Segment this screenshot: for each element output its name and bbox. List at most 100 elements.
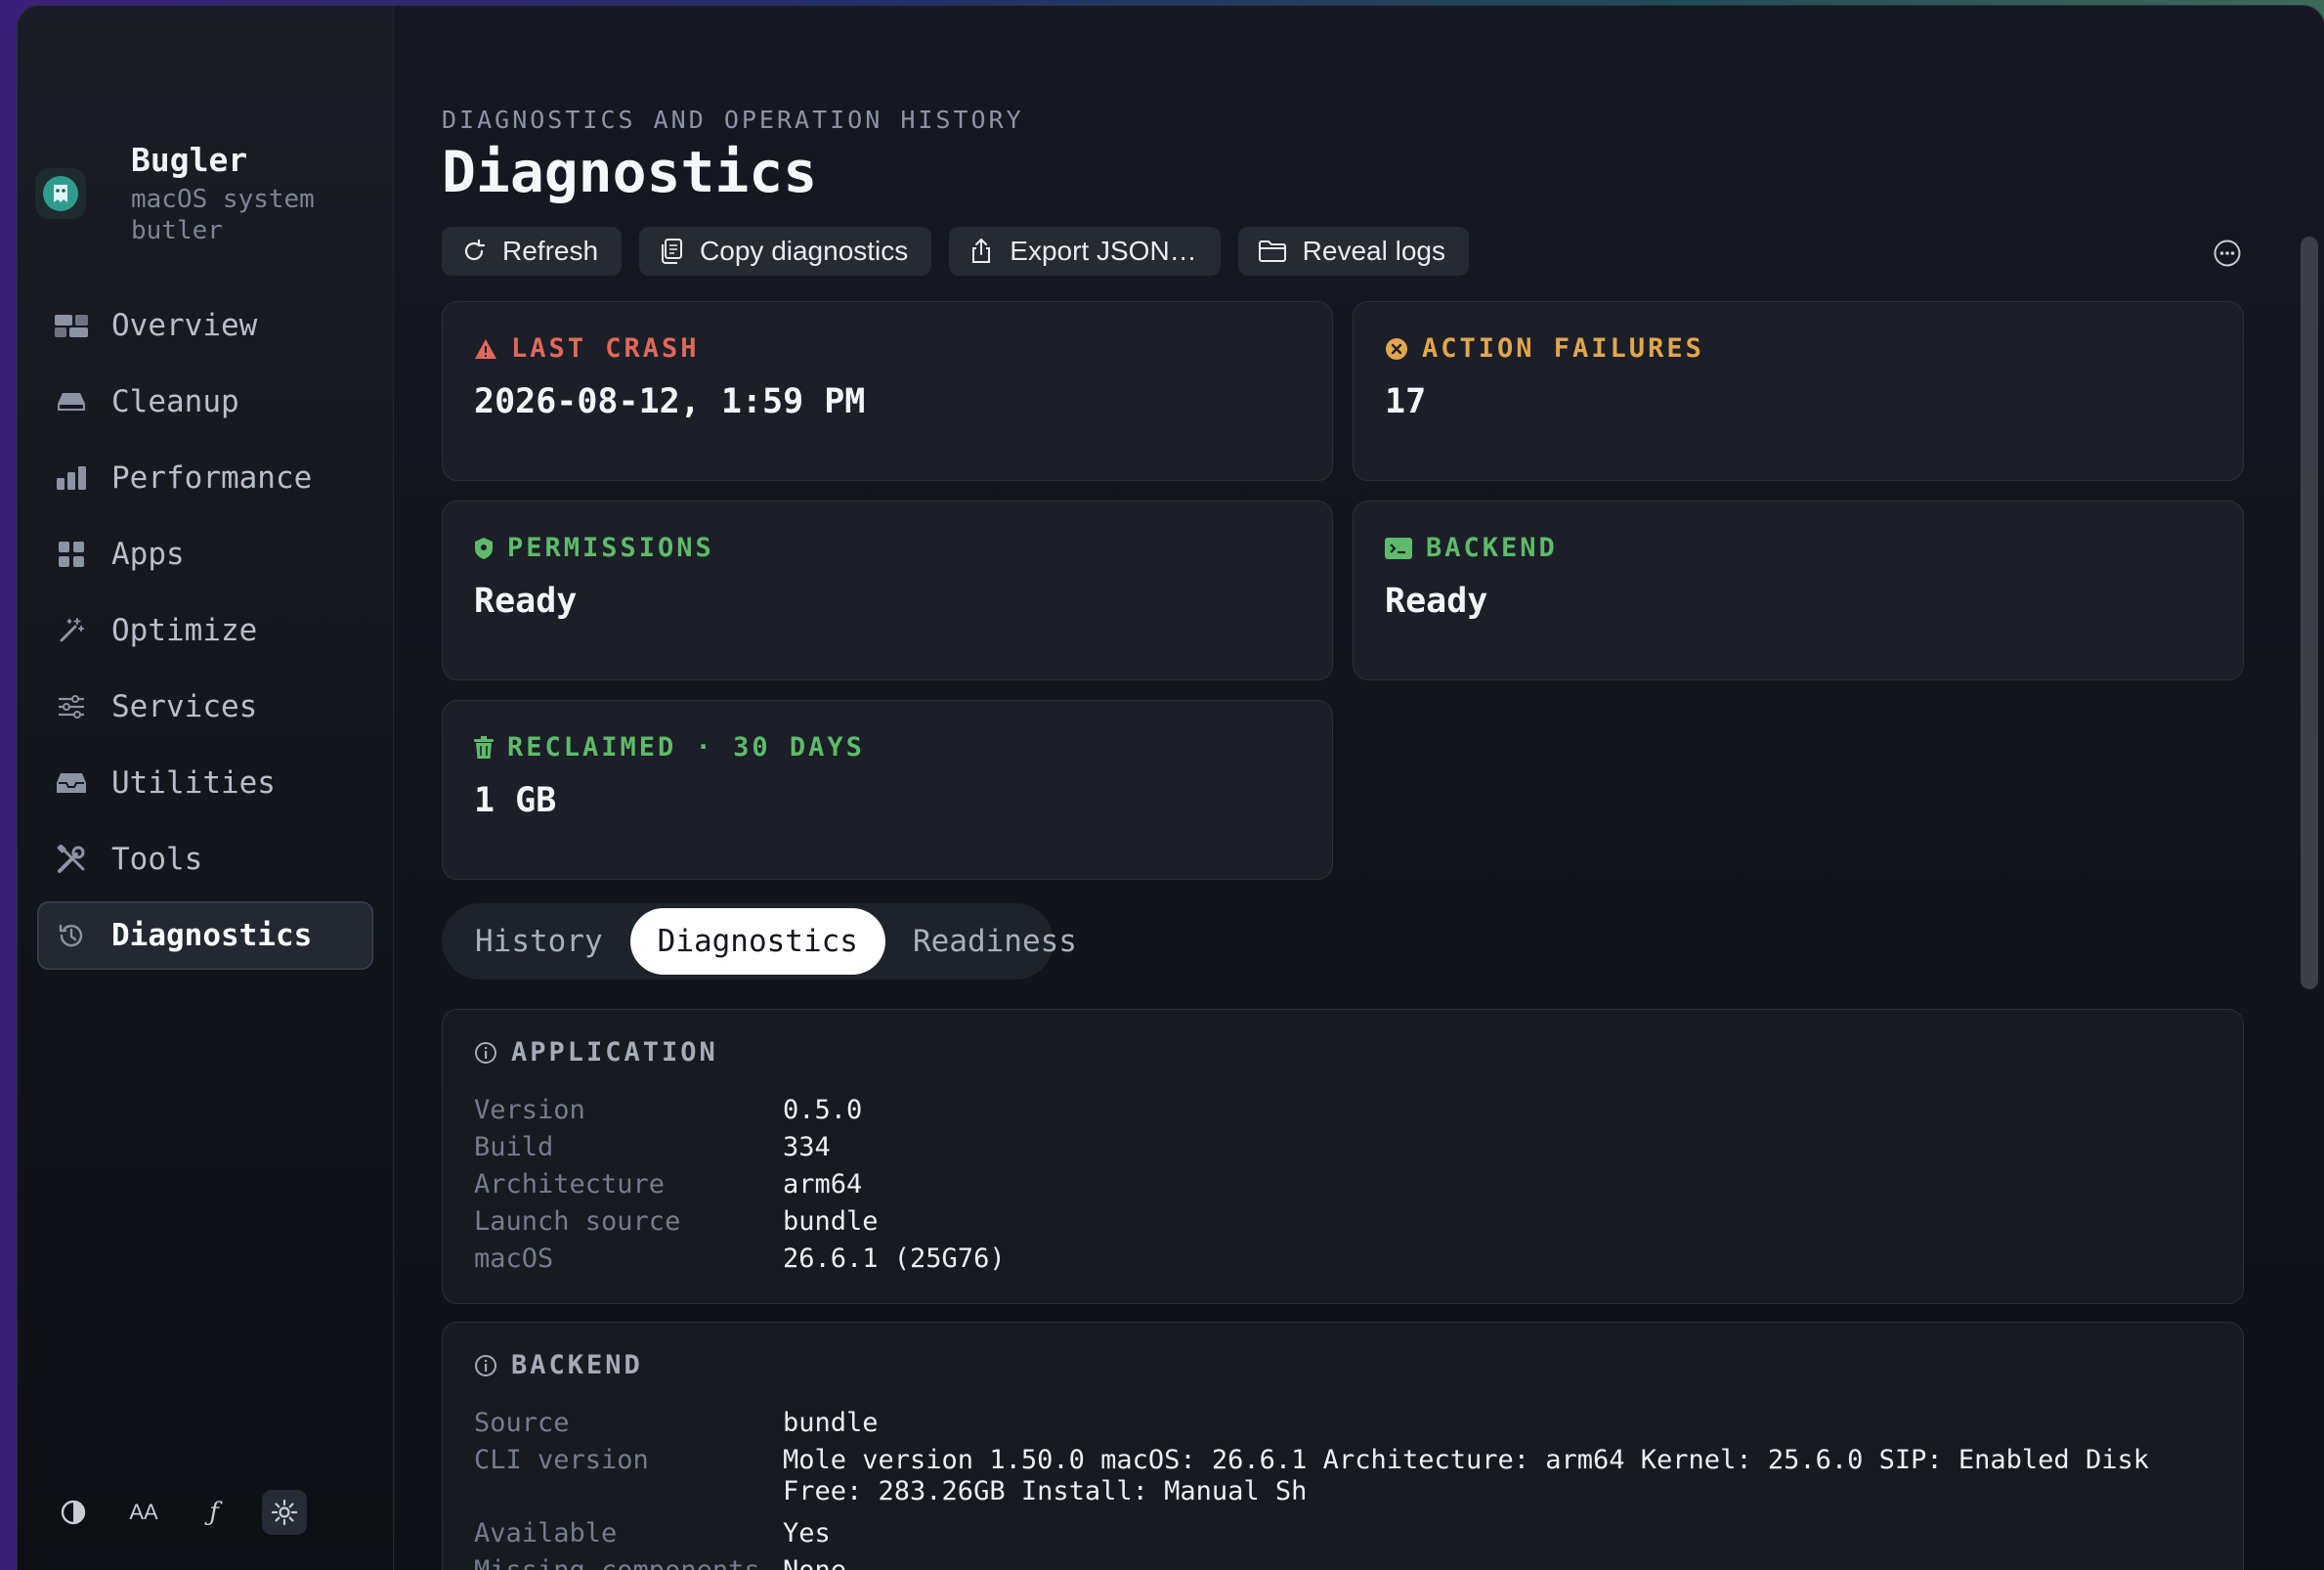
backend-details: Source bundle CLI version Mole version 1.5… [474,1405,2204,1570]
detail-key: macOS [474,1243,554,1274]
action-failures-label: ACTION FAILURES [1385,333,1704,364]
function-icon: ƒ [209,1498,219,1527]
detail-row: Version 0.5.0 [474,1092,2204,1129]
info-icon [475,1354,496,1376]
export-json-label: Export JSON… [1010,236,1197,266]
font-size-button[interactable]: AA [121,1490,166,1535]
font-size-icon: AA [129,1500,158,1524]
sidebar-item-cleanup[interactable]: Cleanup [37,368,373,436]
action-failures-value: 17 [1385,382,1427,421]
sidebar-item-label: Utilities [111,765,276,801]
page-title: Diagnostics [442,139,818,205]
detail-value: 334 [783,1132,831,1162]
backend-panel-title: BACKEND [474,1350,643,1380]
contrast-icon [61,1500,86,1525]
detail-key: Source [474,1408,570,1438]
sidebar-item-performance[interactable]: Performance [37,444,373,512]
more-options-icon[interactable] [2213,239,2242,268]
tab-history[interactable]: History [448,908,630,975]
export-json-button[interactable]: Export JSON… [949,227,1221,276]
magic-wand-icon [55,614,88,647]
reveal-logs-button[interactable]: Reveal logs [1237,227,1469,276]
backend-label: BACKEND [1385,533,1558,563]
detail-value: bundle [783,1408,879,1438]
app-name: Bugler [131,141,248,179]
reclaimed-card: RECLAIMED · 30 DAYS 1 GB [442,700,1333,880]
overview-icon [55,309,88,342]
detail-row: Launch source bundle [474,1203,2204,1241]
detail-value: None [783,1552,2204,1570]
sliders-icon [55,690,88,723]
shield-icon [475,537,493,559]
last-crash-card: LAST CRASH 2026-08-12, 1:59 PM [442,301,1333,481]
tools-icon [55,843,88,876]
backend-panel: BACKEND Source bundle CLI version Mole ver… [442,1322,2244,1570]
toolbar: Refresh Copy diagnostics Export JSON… Re… [442,227,1469,276]
sidebar: Bugler macOS system butler Overview Clea… [18,6,394,1570]
sidebar-footer: AA ƒ [51,1490,307,1535]
detail-row: Architecture arm64 [474,1166,2204,1203]
refresh-button[interactable]: Refresh [442,227,623,276]
detail-key: Available [474,1518,618,1548]
info-icon [475,1041,496,1064]
terminal-icon [1385,537,1412,559]
history-icon [55,919,88,952]
theme-toggle-button[interactable] [51,1490,96,1535]
application-panel-title: APPLICATION [474,1037,718,1068]
folder-icon [1258,240,1286,262]
detail-row: Missing componentsNone [474,1552,2204,1570]
sidebar-item-label: Overview [111,308,258,343]
detail-key: CLI version [474,1445,649,1475]
detail-value: bundle [783,1206,879,1237]
tray-icon [55,766,88,800]
detail-row: Build 334 [474,1129,2204,1166]
settings-button[interactable] [262,1490,307,1535]
reveal-logs-label: Reveal logs [1302,236,1445,266]
sidebar-item-optimize[interactable]: Optimize [37,596,373,665]
application-details: Version 0.5.0 Build 334 Architecture arm64 … [474,1092,2204,1278]
permissions-card: PERMISSIONS Ready [442,501,1333,680]
sidebar-item-label: Diagnostics [111,918,313,953]
main-content: DIAGNOSTICS AND OPERATION HISTORY Diagno… [395,6,2324,1570]
last-crash-value: 2026-08-12, 1:59 PM [474,382,866,421]
app-window: Bugler macOS system butler Overview Clea… [18,6,2324,1570]
refresh-label: Refresh [502,236,599,266]
tab-diagnostics[interactable]: Diagnostics [629,908,885,975]
sidebar-item-diagnostics[interactable]: Diagnostics [37,901,373,970]
backend-card: BACKEND Ready [1353,501,2244,680]
share-icon [972,238,991,263]
sidebar-item-services[interactable]: Services [37,673,373,741]
sidebar-item-apps[interactable]: Apps [37,520,373,589]
app-logo-icon [35,168,86,219]
sidebar-item-overview[interactable]: Overview [37,291,373,360]
gear-icon [271,1499,298,1526]
x-circle-icon [1386,337,1407,360]
detail-row: macOS 26.6.1 (25G76) [474,1241,2204,1278]
sidebar-item-label: Apps [111,537,185,572]
detail-key: Missing components [474,1552,783,1570]
grid-icon [55,538,88,571]
sidebar-item-label: Optimize [111,613,258,648]
reclaimed-label: RECLAIMED · 30 DAYS [474,732,865,763]
sidebar-item-label: Tools [111,842,203,877]
last-crash-label: LAST CRASH [474,333,700,364]
detail-value: 26.6.1 (25G76) [783,1243,1006,1274]
detail-value: arm64 [783,1169,863,1199]
tab-readiness[interactable]: Readiness [885,908,1104,975]
copy-icon [662,239,683,264]
copy-diagnostics-button[interactable]: Copy diagnostics [639,227,932,276]
app-subtitle: macOS system butler [131,185,315,245]
scrollbar-thumb[interactable] [2301,237,2318,989]
detail-key: Launch source [474,1206,681,1237]
sidebar-item-utilities[interactable]: Utilities [37,749,373,817]
page-eyebrow: DIAGNOSTICS AND OPERATION HISTORY [442,106,1024,134]
sidebar-item-label: Performance [111,460,313,496]
action-failures-card: ACTION FAILURES 17 [1353,301,2244,481]
view-tabs: History Diagnostics Readiness [442,903,1077,980]
backend-value: Ready [1385,582,1488,621]
trash-icon [474,735,494,759]
permissions-label: PERMISSIONS [474,533,714,563]
detail-value: Yes [783,1518,831,1548]
sidebar-item-tools[interactable]: Tools [37,825,373,894]
font-style-button[interactable]: ƒ [192,1490,237,1535]
